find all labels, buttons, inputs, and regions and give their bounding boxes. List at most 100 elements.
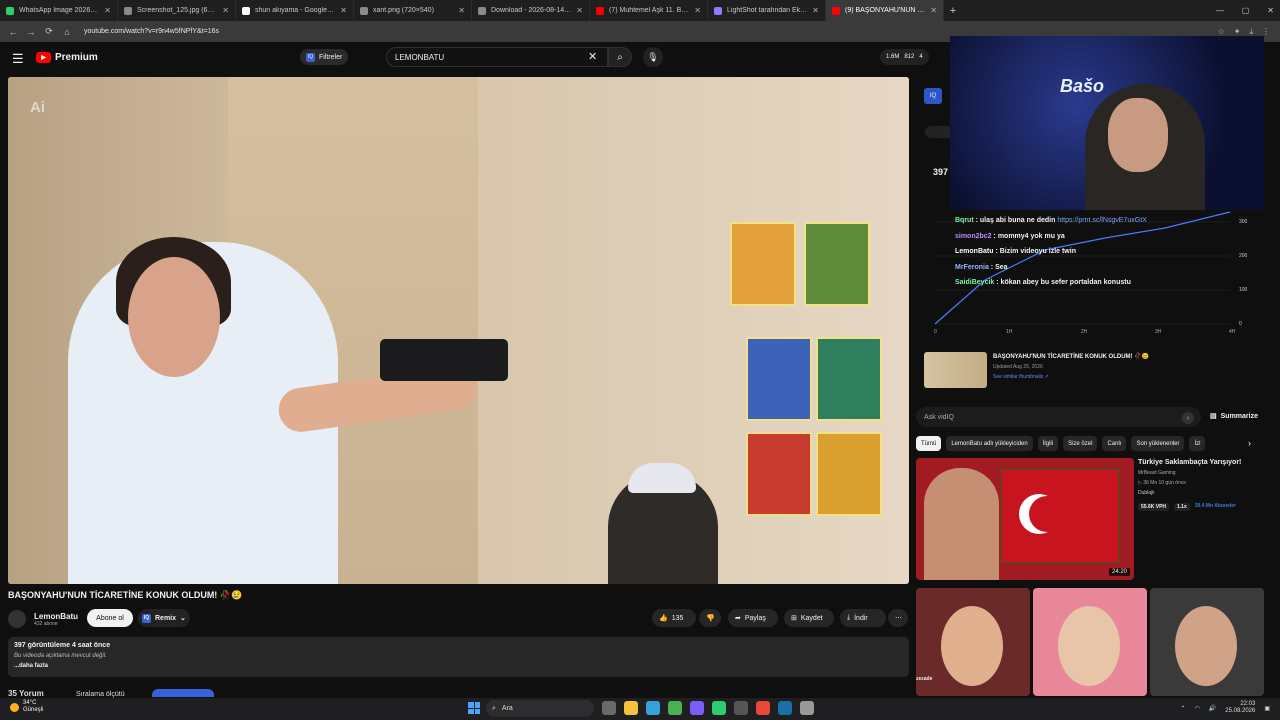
chrome-icon[interactable]: [756, 701, 770, 715]
rec-channel-name[interactable]: MrBeast Gaming: [1138, 468, 1241, 478]
app-icon[interactable]: [668, 701, 682, 715]
star-icon[interactable]: ☆: [1218, 27, 1225, 37]
summarize-button[interactable]: ▤ Summarize: [1210, 412, 1258, 421]
close-tab-icon[interactable]: ✕: [930, 6, 937, 15]
close-tab-icon[interactable]: ✕: [104, 6, 111, 15]
remix-button[interactable]: IQ Remix ⌄: [138, 609, 190, 627]
youtube-play-icon: ▶: [36, 52, 51, 63]
chat-text: Sea: [995, 263, 1008, 271]
channel-avatar[interactable]: [8, 610, 26, 628]
ask-send-icon[interactable]: ›: [1182, 412, 1194, 424]
close-tab-icon[interactable]: ✕: [340, 6, 347, 15]
rec-thumbnail[interactable]: [1150, 588, 1264, 696]
filters-button[interactable]: IQ Filtreler: [300, 49, 349, 65]
like-button[interactable]: 👍 135: [652, 609, 696, 627]
close-tab-icon[interactable]: ✕: [576, 6, 583, 15]
rec-thumbnail[interactable]: [924, 352, 987, 388]
rec-video-title[interactable]: Türkiye Saklambaçta Yarışıyor!: [1138, 458, 1241, 468]
back-icon[interactable]: ←: [4, 27, 22, 37]
show-more-link[interactable]: ...daha fazla: [14, 661, 903, 671]
youtube-logo[interactable]: ▶ Premium: [36, 52, 98, 63]
subscribe-button[interactable]: Abone ol: [87, 609, 133, 627]
vidiq-panel-icon[interactable]: IQ: [924, 88, 942, 104]
clock[interactable]: 22:03 25.08.2026: [1225, 701, 1255, 715]
app-icon[interactable]: [646, 701, 660, 715]
recommended-video-thumbnail[interactable]: 24:20: [916, 458, 1134, 580]
filter-chip[interactable]: İlgili: [1037, 436, 1059, 451]
app-icon[interactable]: [712, 701, 726, 715]
close-tab-icon[interactable]: ✕: [812, 6, 819, 15]
download-button[interactable]: ⤓ İndir: [840, 609, 886, 627]
clear-search-icon[interactable]: ✕: [588, 50, 597, 63]
forward-icon[interactable]: →: [22, 27, 40, 37]
filter-chip[interactable]: LemonBatu adlı yükleyiciden: [946, 436, 1033, 451]
chat-link[interactable]: https://prnt.sc/lNsgvE7uxGtX: [1057, 217, 1146, 224]
vidiq-thumbnail-card[interactable]: BAŞONYAHU'NUN TİCARETİNE KONUK OLDUM! 🥀😢…: [924, 352, 1264, 392]
browser-tab[interactable]: LightShot tarafından Ekran Gör ✕: [708, 0, 826, 21]
close-tab-icon[interactable]: ✕: [694, 6, 701, 15]
ai-watermark: Ai: [30, 99, 45, 116]
close-icon[interactable]: ✕: [1267, 6, 1274, 15]
terminal-icon[interactable]: [734, 701, 748, 715]
filter-chip[interactable]: Son yüklenenler: [1131, 436, 1185, 451]
blue-pill-button[interactable]: [152, 689, 214, 697]
hamburger-menu-icon[interactable]: ☰: [12, 51, 24, 67]
download-icon[interactable]: ⤓: [1249, 27, 1253, 37]
chevron-up-icon[interactable]: ⌃: [1181, 705, 1186, 712]
save-button[interactable]: ⊞ Kaydet: [784, 609, 834, 627]
new-tab-button[interactable]: +: [944, 5, 962, 17]
tab-title: LightShot tarafından Ekran Gör: [727, 7, 807, 14]
comic-poster: [816, 432, 882, 516]
more-actions-button[interactable]: ⋯: [888, 609, 908, 627]
share-button[interactable]: ➦ Paylaş: [728, 609, 778, 627]
video-player[interactable]: Ai: [8, 77, 909, 584]
browser-tab[interactable]: shun akiyama - Google'da Ara ✕: [236, 0, 354, 21]
task-view-icon[interactable]: [602, 701, 616, 715]
taskbar-search[interactable]: ⌕ Ara: [486, 700, 594, 717]
home-icon[interactable]: ⌂: [58, 27, 76, 37]
similar-thumbnails-link[interactable]: See similar thumbnails ↗: [993, 372, 1149, 382]
volume-icon[interactable]: 🔊: [1209, 705, 1216, 712]
url-field[interactable]: youtube.com/watch?v=r9n4w5fNPfY&t=16s: [84, 28, 1218, 35]
extensions-icon[interactable]: ✦: [1234, 27, 1241, 37]
channel-owner[interactable]: LemonBatu 432 abone: [8, 608, 78, 630]
minimize-icon[interactable]: —: [1216, 6, 1224, 15]
filters-label: Filtreler: [319, 53, 343, 61]
browser-tab[interactable]: Screenshot_125.jpg (630×892) ✕: [118, 0, 236, 21]
steam-icon[interactable]: [778, 701, 792, 715]
chevron-right-icon[interactable]: ›: [1248, 438, 1251, 448]
vidiq-stats-pill[interactable]: 1.6M 812 4: [880, 49, 929, 65]
close-tab-icon[interactable]: ✕: [458, 6, 465, 15]
wifi-icon[interactable]: ◠: [1195, 705, 1200, 712]
notification-icon[interactable]: ▣: [1264, 705, 1270, 712]
app-icon[interactable]: [690, 701, 704, 715]
browser-tab[interactable]: WhatsApp Image 2026-08-25 a ✕: [0, 0, 118, 21]
filter-chip[interactable]: Size özel: [1063, 436, 1098, 451]
filter-chip[interactable]: Canlı: [1102, 436, 1127, 451]
browser-tab[interactable]: xant.png (720×540) ✕: [354, 0, 472, 21]
description-box[interactable]: 397 görüntüleme 4 saat önce Bu videoda a…: [8, 637, 909, 677]
rec-thumbnail[interactable]: [916, 588, 1030, 696]
voice-search-button[interactable]: 🎙: [643, 47, 663, 67]
browser-tab[interactable]: (7) Muhtemel Aşk 11. Bölüm 2 ✕: [590, 0, 708, 21]
recommended-video-info[interactable]: Türkiye Saklambaçta Yarışıyor! MrBeast G…: [1138, 458, 1241, 498]
channel-name[interactable]: LemonBatu: [34, 612, 78, 621]
dislike-button[interactable]: 👎: [699, 609, 721, 627]
search-button[interactable]: ⌕: [608, 47, 632, 67]
filter-chip[interactable]: İzl: [1189, 436, 1206, 451]
weather-widget[interactable]: 34°C Güneşli: [10, 700, 43, 714]
search-input[interactable]: LEMONBATU: [386, 47, 608, 67]
windows-start-icon[interactable]: [468, 702, 480, 714]
filter-chip[interactable]: Tümü: [916, 436, 942, 451]
rec-thumbnail[interactable]: [1033, 588, 1147, 696]
ask-vidiq-input[interactable]: Ask vidIQ: [916, 407, 1201, 427]
reload-icon[interactable]: ⟳: [40, 26, 58, 37]
kebab-menu-icon[interactable]: ⋮: [1262, 27, 1270, 37]
calculator-icon[interactable]: [800, 701, 814, 715]
file-explorer-icon[interactable]: [624, 701, 638, 715]
sort-comments-button[interactable]: Sıralama ölçütü: [76, 691, 125, 698]
browser-tab[interactable]: Download - 2026-08-14T02273 ✕: [472, 0, 590, 21]
browser-tab[interactable]: (9) BAŞONYAHU'NUN TİCARETİ ✕: [826, 0, 944, 21]
maximize-icon[interactable]: ▢: [1242, 6, 1250, 15]
close-tab-icon[interactable]: ✕: [222, 6, 229, 15]
